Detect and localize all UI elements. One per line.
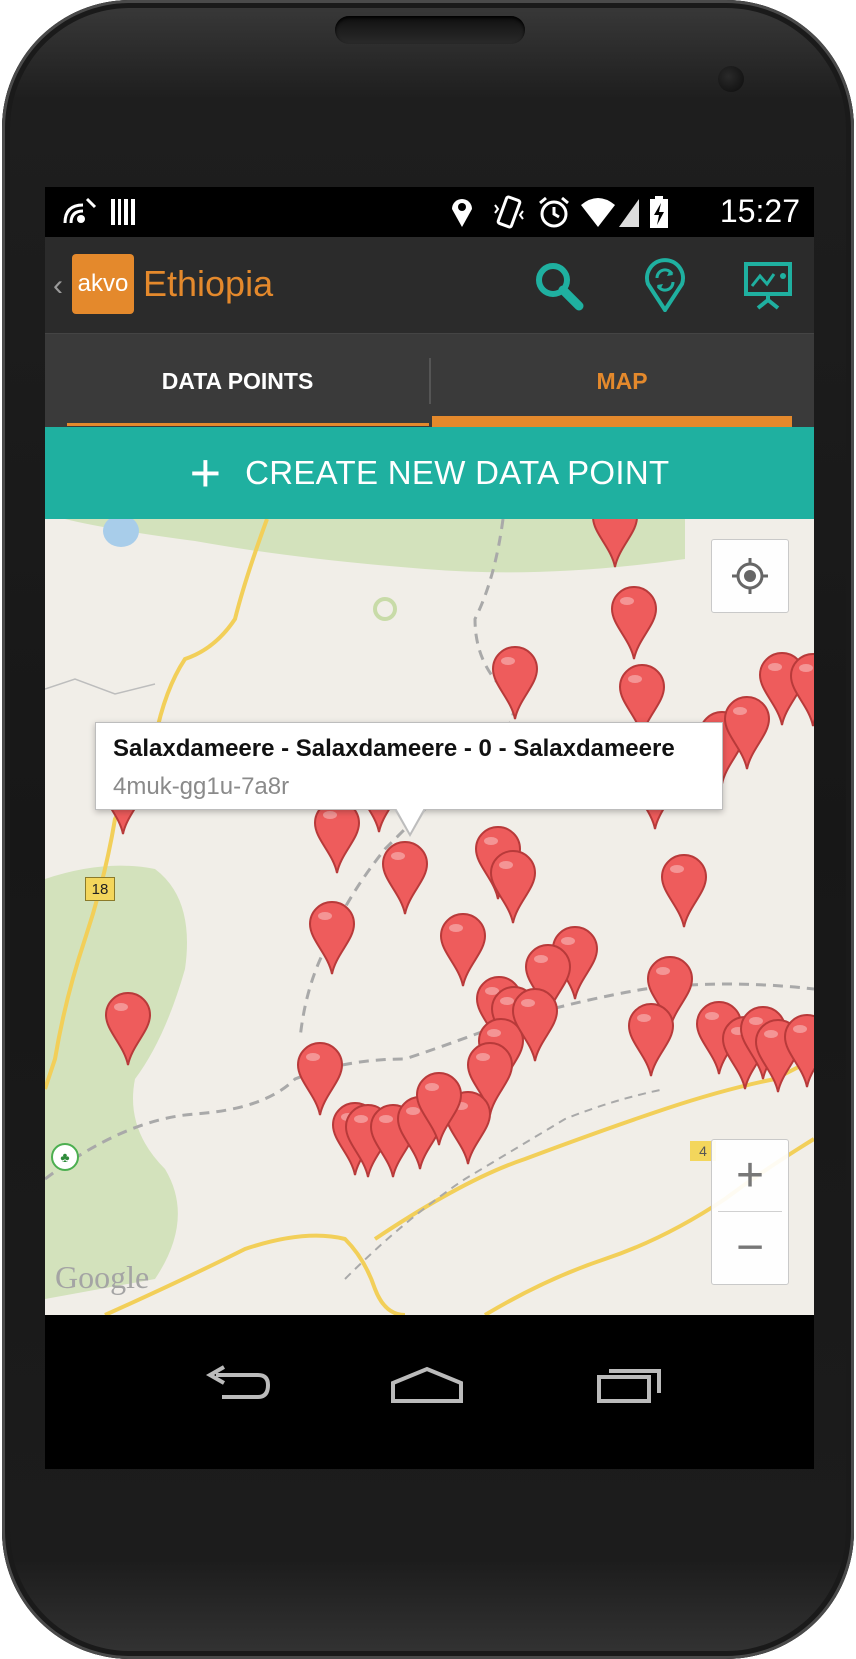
- zoom-controls: + −: [711, 1139, 789, 1285]
- map-marker[interactable]: [489, 850, 537, 924]
- location-pin-icon: [452, 199, 472, 227]
- map-marker[interactable]: [439, 913, 487, 987]
- barcode-icon: [111, 199, 135, 225]
- back-button[interactable]: [182, 1355, 292, 1415]
- phone-frame: 15:27 ‹ akvo Ethiopia DATA POINTS MAP + …: [2, 0, 854, 1659]
- navigation-bar: [45, 1315, 814, 1469]
- presentation-icon: [744, 262, 792, 310]
- nfc-icon: [63, 197, 97, 224]
- status-clock: 15:27: [719, 193, 800, 229]
- park-icon: ♣: [51, 1143, 79, 1171]
- vibrate-icon: [494, 195, 524, 229]
- map-marker[interactable]: [610, 586, 658, 660]
- my-location-button[interactable]: [711, 539, 789, 613]
- tab-map[interactable]: MAP: [430, 334, 814, 428]
- map-tiles: [45, 519, 814, 1315]
- home-button[interactable]: [372, 1355, 482, 1415]
- zoom-in-button[interactable]: +: [712, 1140, 788, 1211]
- create-button-label: CREATE NEW DATA POINT: [245, 454, 670, 491]
- map-view[interactable]: 18 4 ♣ + − Google Salaxdameere - Salaxda…: [45, 519, 814, 1315]
- presentation-button[interactable]: [738, 255, 798, 315]
- road-label-18: 18: [85, 877, 115, 901]
- alarm-icon: [539, 196, 569, 228]
- my-location-icon: [732, 558, 768, 594]
- map-marker[interactable]: [313, 800, 361, 874]
- marker-info-window[interactable]: Salaxdameere - Salaxdameere - 0 - Salaxd…: [95, 722, 723, 837]
- action-bar: ‹ akvo Ethiopia: [45, 237, 814, 333]
- zoom-out-button[interactable]: −: [712, 1212, 788, 1283]
- home-icon: [391, 1366, 463, 1403]
- search-icon: [536, 263, 584, 311]
- map-marker[interactable]: [660, 854, 708, 928]
- lake: [103, 519, 139, 547]
- marker-layer: [99, 519, 814, 1178]
- map-marker[interactable]: [308, 901, 356, 975]
- plus-icon: +: [189, 443, 222, 503]
- border-line: [45, 678, 156, 695]
- search-button[interactable]: [528, 255, 588, 315]
- app-logo[interactable]: akvo: [72, 254, 134, 314]
- front-camera: [718, 66, 744, 92]
- earpiece-speaker: [335, 16, 525, 44]
- sync-location-button[interactable]: [635, 255, 695, 315]
- map-marker[interactable]: [491, 646, 539, 720]
- create-new-data-point-button[interactable]: + CREATE NEW DATA POINT: [45, 427, 814, 519]
- tab-underline: [67, 423, 429, 426]
- info-window-subtitle: 4muk-gg1u-7a8r: [113, 773, 290, 800]
- forest-area: [65, 519, 685, 573]
- google-attribution: Google: [55, 1259, 150, 1295]
- map-marker[interactable]: [627, 1003, 675, 1077]
- tab-data-points[interactable]: DATA POINTS: [45, 334, 430, 428]
- info-window-title: Salaxdameere - Salaxdameere - 0 - Salaxd…: [113, 735, 675, 762]
- map-marker[interactable]: [296, 1042, 344, 1116]
- battery-charging-icon: [650, 196, 668, 228]
- map-marker[interactable]: [381, 841, 429, 915]
- terrain-feature: [373, 597, 397, 621]
- screen: 15:27 ‹ akvo Ethiopia DATA POINTS MAP + …: [45, 187, 814, 1469]
- up-navigation-icon[interactable]: ‹: [53, 269, 63, 303]
- page-title: Ethiopia: [143, 263, 274, 304]
- status-bar: 15:27: [45, 187, 814, 237]
- map-marker[interactable]: [789, 653, 814, 727]
- tab-bar: DATA POINTS MAP: [45, 333, 814, 428]
- recent-apps-button[interactable]: [575, 1355, 685, 1415]
- recent-apps-icon: [597, 1369, 661, 1403]
- map-marker[interactable]: [783, 1014, 814, 1088]
- forest-area: [45, 865, 187, 1299]
- sync-location-icon: [645, 258, 685, 312]
- info-window-pointer-fill: [396, 808, 424, 833]
- wifi-signal-icon: [581, 198, 639, 227]
- back-icon: [205, 1365, 271, 1399]
